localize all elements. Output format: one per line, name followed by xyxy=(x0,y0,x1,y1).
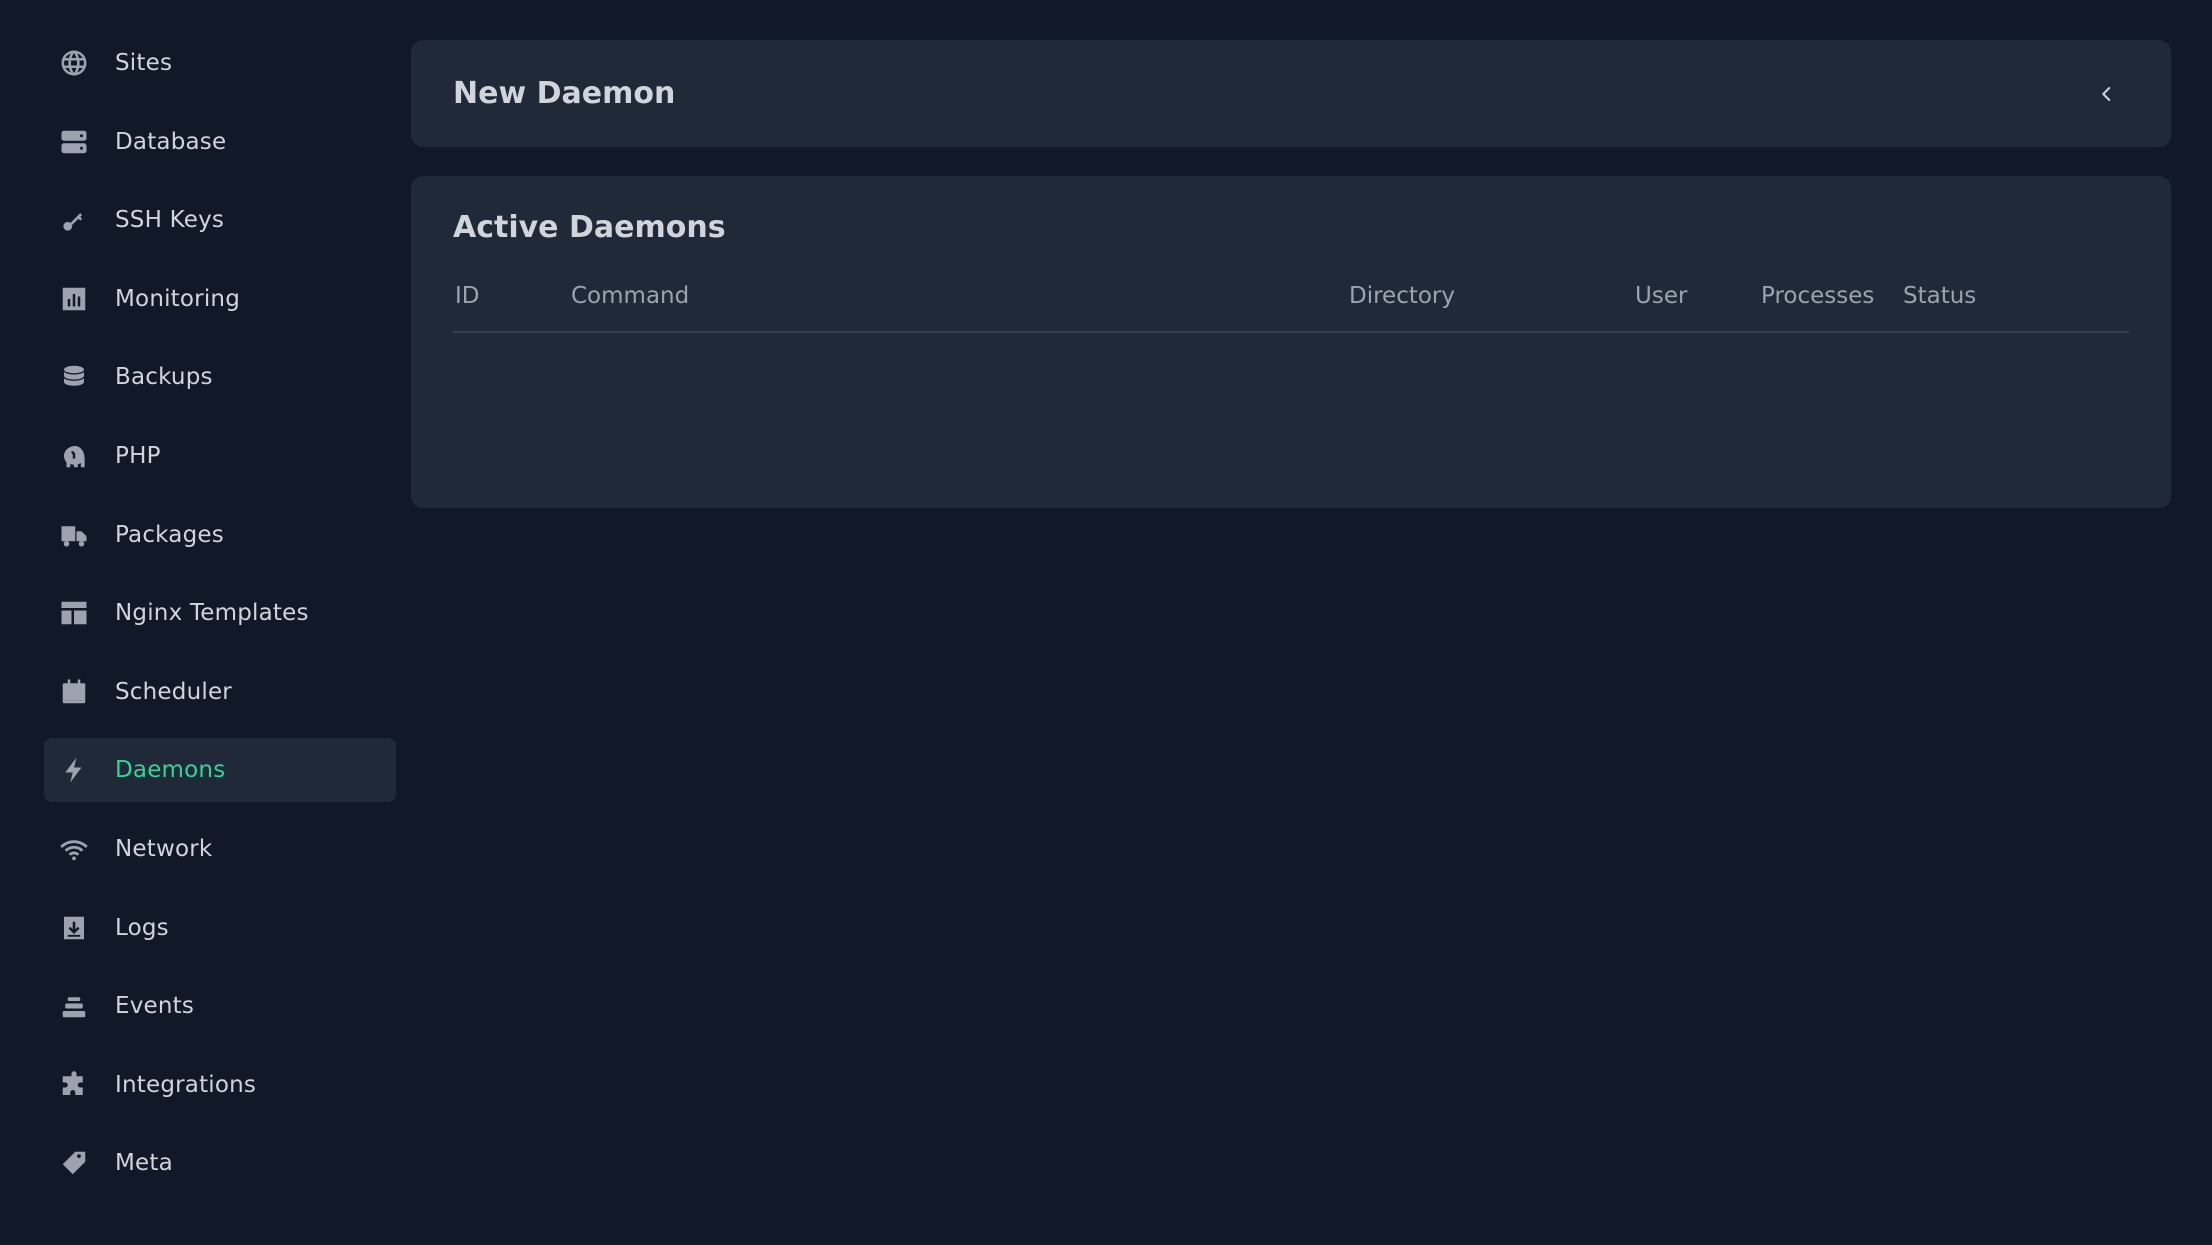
sidebar-item-database[interactable]: Database xyxy=(44,110,396,174)
template-icon xyxy=(58,597,90,629)
sidebar: Sites Database SSH Keys Monitoring Backu xyxy=(44,31,396,1210)
tag-icon xyxy=(58,1147,90,1179)
bolt-icon xyxy=(58,754,90,786)
truck-icon xyxy=(58,519,90,551)
column-header-directory[interactable]: Directory xyxy=(1349,283,1455,309)
sidebar-item-scheduler[interactable]: Scheduler xyxy=(44,660,396,724)
puzzle-icon xyxy=(58,1069,90,1101)
sidebar-item-network[interactable]: Network xyxy=(44,817,396,881)
sidebar-item-label: Sites xyxy=(115,50,173,76)
sidebar-item-label: Monitoring xyxy=(115,285,240,312)
daemons-table: ID Command Directory User Processes Stat… xyxy=(453,283,2129,333)
chevron-left-icon xyxy=(2102,86,2111,101)
sidebar-item-label: Scheduler xyxy=(115,678,232,705)
sidebar-item-backups[interactable]: Backups xyxy=(44,345,396,409)
table-header: ID Command Directory User Processes Stat… xyxy=(453,283,2129,333)
new-daemon-title: New Daemon xyxy=(453,76,676,111)
active-daemons-panel: Active Daemons ID Command Directory User… xyxy=(411,176,2171,508)
collapse-toggle-button[interactable] xyxy=(2089,76,2125,112)
sidebar-item-events[interactable]: Events xyxy=(44,974,396,1038)
sidebar-item-label: Network xyxy=(115,835,213,862)
sidebar-item-php[interactable]: PHP xyxy=(44,424,396,488)
database-icon xyxy=(58,126,90,158)
column-header-status[interactable]: Status xyxy=(1903,283,1976,309)
app-root: Sites Database SSH Keys Monitoring Backu xyxy=(0,0,2212,1245)
calendar-icon xyxy=(58,676,90,708)
sidebar-item-label: SSH Keys xyxy=(115,207,225,234)
logs-icon xyxy=(58,912,90,944)
wifi-icon xyxy=(58,833,90,865)
sidebar-item-daemons[interactable]: Daemons xyxy=(44,738,396,803)
sidebar-item-packages[interactable]: Packages xyxy=(44,503,396,567)
column-header-id[interactable]: ID xyxy=(455,283,480,309)
column-header-command[interactable]: Command xyxy=(571,283,689,309)
sidebar-item-label: Daemons xyxy=(115,757,226,784)
new-daemon-panel: New Daemon xyxy=(411,40,2171,147)
sidebar-item-label: Logs xyxy=(115,914,169,941)
events-icon xyxy=(58,990,90,1022)
sidebar-item-label: Meta xyxy=(115,1150,173,1177)
globe-icon xyxy=(58,47,90,79)
column-header-user[interactable]: User xyxy=(1635,283,1687,309)
active-daemons-title: Active Daemons xyxy=(453,210,726,245)
key-icon xyxy=(58,204,90,236)
sidebar-item-label: Nginx Templates xyxy=(115,600,309,627)
sidebar-item-nginx-templates[interactable]: Nginx Templates xyxy=(44,581,396,645)
sidebar-item-label: Backups xyxy=(115,364,213,391)
sidebar-item-integrations[interactable]: Integrations xyxy=(44,1053,396,1117)
sidebar-item-monitoring[interactable]: Monitoring xyxy=(44,267,396,331)
sidebar-item-logs[interactable]: Logs xyxy=(44,896,396,960)
backup-icon xyxy=(58,361,90,393)
sidebar-item-ssh-keys[interactable]: SSH Keys xyxy=(44,188,396,252)
sidebar-item-label: Database xyxy=(115,128,227,155)
php-elephant-icon xyxy=(58,440,90,472)
sidebar-item-label: Packages xyxy=(115,521,224,548)
chart-icon xyxy=(58,283,90,315)
column-header-processes[interactable]: Processes xyxy=(1761,283,1874,309)
sidebar-item-label: PHP xyxy=(115,442,161,469)
sidebar-item-meta[interactable]: Meta xyxy=(44,1131,396,1195)
sidebar-item-sites[interactable]: Sites xyxy=(44,31,396,95)
sidebar-item-label: Events xyxy=(115,993,195,1020)
sidebar-item-label: Integrations xyxy=(115,1071,257,1098)
